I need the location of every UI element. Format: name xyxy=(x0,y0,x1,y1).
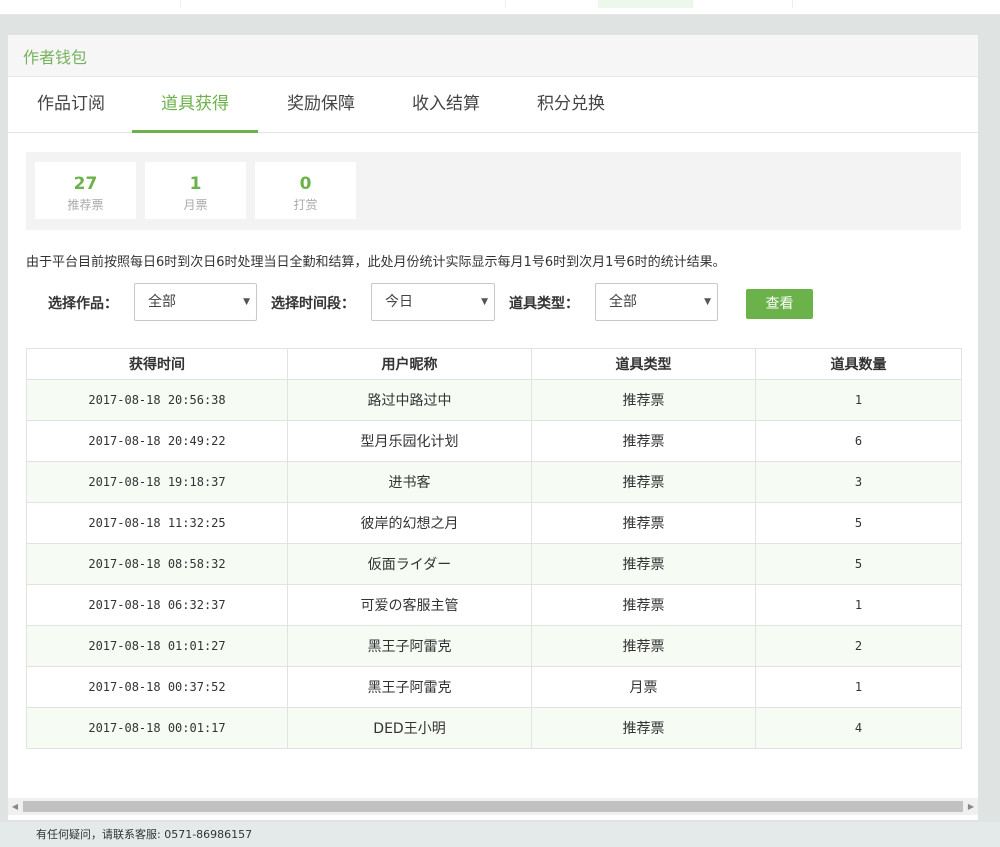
tab-income[interactable]: 收入结算 xyxy=(383,77,509,132)
table-header-row: 获得时间 用户昵称 道具类型 道具数量 xyxy=(26,348,962,380)
type-filter-label: 道具类型： xyxy=(509,296,579,312)
right-gutter xyxy=(978,35,1000,820)
table-row: 2017-08-18 08:58:32 仮面ライダー 推荐票 5 xyxy=(26,543,962,585)
cell-time: 2017-08-18 11:32:25 xyxy=(26,502,288,544)
table-row: 2017-08-18 00:37:52 黑王子阿雷克 月票 1 xyxy=(26,666,962,708)
table-row: 2017-08-18 20:49:22 型月乐园化计划 推荐票 6 xyxy=(26,420,962,462)
cell-prop-type: 推荐票 xyxy=(531,420,756,462)
stat-monthly-tickets: 1 月票 xyxy=(145,162,246,219)
cell-quantity: 4 xyxy=(755,707,962,749)
cell-time: 2017-08-18 19:18:37 xyxy=(26,461,288,503)
cell-prop-type: 推荐票 xyxy=(531,584,756,626)
cell-prop-type: 推荐票 xyxy=(531,543,756,585)
cell-prop-type: 推荐票 xyxy=(531,625,756,667)
panel-title: 作者钱包 xyxy=(23,47,88,67)
stat-value: 27 xyxy=(73,174,98,194)
cell-time: 2017-08-18 00:01:17 xyxy=(26,707,288,749)
scroll-right-arrow-icon[interactable]: ▶ xyxy=(964,798,978,815)
settlement-note: 由于平台目前按照每日6时到次日6时处理当日全勤和结算，此处月份统计实际显示每月1… xyxy=(26,255,726,270)
table-row: 2017-08-18 01:01:27 黑王子阿雷克 推荐票 2 xyxy=(26,625,962,667)
type-select[interactable]: 全部 ▼ xyxy=(595,283,718,321)
top-strip-segment xyxy=(692,0,793,8)
cell-user: DED王小明 xyxy=(287,707,532,749)
cell-user: 进书客 xyxy=(287,461,532,503)
footer: 有任何疑问，请联系客服: 0571-86986157 xyxy=(0,822,1000,847)
footer-contact-text: 有任何疑问，请联系客服: 0571-86986157 xyxy=(36,828,253,841)
props-table: 获得时间 用户昵称 道具类型 道具数量 2017-08-18 20:56:38 … xyxy=(26,348,962,749)
cell-user: 黑王子阿雷克 xyxy=(287,666,532,708)
cell-user: 路过中路过中 xyxy=(287,379,532,421)
stat-value: 0 xyxy=(299,174,312,194)
column-header: 用户昵称 xyxy=(287,348,532,380)
cell-prop-type: 推荐票 xyxy=(531,502,756,544)
caret-down-icon: ▼ xyxy=(243,297,250,307)
column-header: 获得时间 xyxy=(26,348,288,380)
table-row: 2017-08-18 20:56:38 路过中路过中 推荐票 1 xyxy=(26,379,962,421)
scroll-left-arrow-icon[interactable]: ◀ xyxy=(8,798,22,815)
stat-value: 1 xyxy=(189,174,202,194)
table-row: 2017-08-18 11:32:25 彼岸的幻想之月 推荐票 5 xyxy=(26,502,962,544)
cell-user: 仮面ライダー xyxy=(287,543,532,585)
stats-summary: 27 推荐票 1 月票 0 打赏 xyxy=(26,152,961,230)
caret-down-icon: ▼ xyxy=(481,297,488,307)
stat-tips: 0 打赏 xyxy=(255,162,356,219)
period-select[interactable]: 今日 ▼ xyxy=(371,283,495,321)
stat-label: 月票 xyxy=(183,198,208,212)
stat-label: 推荐票 xyxy=(67,198,104,212)
work-filter-label: 选择作品： xyxy=(48,296,118,312)
tab-props[interactable]: 道具获得 xyxy=(132,77,258,133)
tab-subscriptions[interactable]: 作品订阅 xyxy=(8,77,134,132)
cell-quantity: 1 xyxy=(755,379,962,421)
cell-time: 2017-08-18 20:49:22 xyxy=(26,420,288,462)
cell-quantity: 1 xyxy=(755,584,962,626)
caret-down-icon: ▼ xyxy=(704,297,711,307)
table-row: 2017-08-18 19:18:37 进书客 推荐票 3 xyxy=(26,461,962,503)
cell-user: 黑王子阿雷克 xyxy=(287,625,532,667)
column-header: 道具类型 xyxy=(531,348,756,380)
cell-user: 型月乐园化计划 xyxy=(287,420,532,462)
author-wallet-panel: 作者钱包 作品订阅 道具获得 奖励保障 收入结算 积分兑换 27 推荐票 1 月… xyxy=(8,35,978,820)
stat-recommend-tickets: 27 推荐票 xyxy=(35,162,136,219)
cell-time: 2017-08-18 01:01:27 xyxy=(26,625,288,667)
cell-user: 彼岸的幻想之月 xyxy=(287,502,532,544)
period-select-value: 今日 xyxy=(385,294,413,310)
cell-quantity: 2 xyxy=(755,625,962,667)
view-button[interactable]: 查看 xyxy=(746,289,813,319)
work-select[interactable]: 全部 ▼ xyxy=(134,283,257,321)
cell-time: 2017-08-18 06:32:37 xyxy=(26,584,288,626)
cell-quantity: 1 xyxy=(755,666,962,708)
top-strip xyxy=(0,0,1000,15)
cell-time: 2017-08-18 00:37:52 xyxy=(26,666,288,708)
cell-prop-type: 月票 xyxy=(531,666,756,708)
panel-header: 作者钱包 xyxy=(8,35,978,77)
period-filter-label: 选择时间段： xyxy=(271,296,355,312)
table-row: 2017-08-18 06:32:37 可爱の客服主管 推荐票 1 xyxy=(26,584,962,626)
tab-bar: 作品订阅 道具获得 奖励保障 收入结算 积分兑换 xyxy=(8,77,978,133)
top-strip-segment xyxy=(598,0,693,8)
top-strip-segment xyxy=(315,0,506,8)
cell-user: 可爱の客服主管 xyxy=(287,584,532,626)
cell-quantity: 5 xyxy=(755,543,962,585)
stat-label: 打赏 xyxy=(293,198,318,212)
scrollbar-thumb[interactable] xyxy=(23,801,963,812)
column-header: 道具数量 xyxy=(755,348,962,380)
work-select-value: 全部 xyxy=(148,294,176,310)
cell-prop-type: 推荐票 xyxy=(531,461,756,503)
top-strip-segment xyxy=(0,0,181,8)
cell-quantity: 5 xyxy=(755,502,962,544)
cell-time: 2017-08-18 20:56:38 xyxy=(26,379,288,421)
type-select-value: 全部 xyxy=(609,294,637,310)
cell-prop-type: 推荐票 xyxy=(531,379,756,421)
table-row: 2017-08-18 00:01:17 DED王小明 推荐票 4 xyxy=(26,707,962,749)
tab-points[interactable]: 积分兑换 xyxy=(508,77,634,132)
cell-time: 2017-08-18 08:58:32 xyxy=(26,543,288,585)
cell-prop-type: 推荐票 xyxy=(531,707,756,749)
cell-quantity: 6 xyxy=(755,420,962,462)
horizontal-scrollbar[interactable]: ◀ ▶ xyxy=(8,798,978,815)
tab-rewards[interactable]: 奖励保障 xyxy=(258,77,384,132)
cell-quantity: 3 xyxy=(755,461,962,503)
